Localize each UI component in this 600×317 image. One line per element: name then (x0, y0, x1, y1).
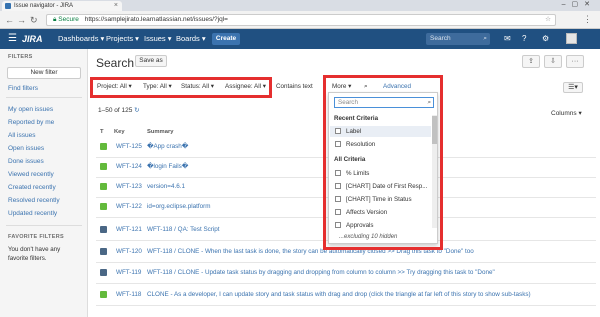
sidebar-divider (6, 225, 82, 226)
story-icon (100, 163, 107, 170)
story-icon (100, 183, 107, 190)
results-count: 1–50 of 125 ↻ (98, 106, 140, 114)
issue-summary[interactable]: version=4.6.1 (147, 183, 185, 190)
subtask-icon (100, 248, 107, 255)
columns-button[interactable]: Columns ▾ (551, 109, 582, 117)
create-button[interactable]: Create (212, 33, 240, 45)
sidebar-item-viewed-recently[interactable]: Viewed recently (8, 171, 54, 178)
refresh-icon[interactable]: ↻ (134, 107, 139, 114)
find-filters-link[interactable]: Find filters (8, 85, 38, 92)
lock-icon: 🔒︎ (53, 16, 57, 23)
browser-tab[interactable]: Issue navigator - JIRA × (2, 1, 122, 11)
sidebar-item-all-issues[interactable]: All issues (8, 132, 35, 139)
jira-favicon-icon (5, 3, 11, 9)
nav-dashboards[interactable]: Dashboards ▾ (58, 34, 104, 44)
sidebar-item-updated-recently[interactable]: Updated recently (8, 210, 57, 217)
bookmark-star-icon[interactable]: ☆ (545, 15, 551, 25)
table-row[interactable]: WFT-119 WFT-118 / CLONE - Update task st… (96, 264, 596, 284)
browser-menu-icon[interactable]: ⋮ (583, 14, 592, 25)
story-icon (100, 143, 107, 150)
issue-key[interactable]: WFT-122 (116, 203, 142, 210)
contains-text-input[interactable]: Contains text (276, 82, 313, 91)
sidebar-item-resolved-recently[interactable]: Resolved recently (8, 197, 60, 204)
feedback-icon[interactable]: ✉ (504, 33, 511, 45)
forward-icon[interactable]: → (17, 14, 26, 26)
favorite-filters-heading: FAVORITE FILTERS (8, 234, 64, 240)
issue-key[interactable]: WFT-118 (116, 291, 141, 298)
reload-icon[interactable]: ↻ (30, 14, 38, 26)
favorite-filters-note: You don't have any favorite filters. (8, 246, 61, 262)
browser-tab-bar: Issue navigator - JIRA × ‒▢✕ (0, 0, 600, 11)
new-filter-button[interactable]: New filter (7, 67, 81, 79)
url-field[interactable]: 🔒︎ Secure https://samplejirato.learnatla… (46, 14, 556, 26)
subtask-icon (100, 269, 107, 276)
sidebar-item-created-recently[interactable]: Created recently (8, 184, 56, 191)
save-as-button[interactable]: Save as (135, 55, 167, 67)
settings-gear-icon[interactable]: ⚙ (542, 33, 549, 45)
nav-issues[interactable]: Issues ▾ (144, 34, 172, 44)
page-title: Search (96, 56, 135, 70)
issue-summary[interactable]: WFT-118 / QA: Test Script (147, 226, 220, 233)
url-text: https://samplejirato.learnatlassian.net/… (84, 16, 228, 23)
issue-key[interactable]: WFT-119 (116, 269, 141, 276)
more-tools-icon[interactable]: ··· (566, 55, 584, 68)
column-header-type[interactable]: T (100, 129, 104, 135)
more-dropdown-highlight-box (323, 75, 443, 250)
story-icon (100, 203, 107, 210)
sidebar-divider (6, 97, 82, 98)
filters-heading: FILTERS (8, 54, 33, 60)
search-icon: ⌕ (483, 35, 487, 42)
column-header-key[interactable]: Key (114, 129, 125, 135)
issue-key[interactable]: WFT-125 (116, 143, 142, 150)
address-bar: ← → ↻ 🔒︎ Secure https://samplejirato.lea… (0, 11, 600, 29)
sidebar-item-open-issues[interactable]: Open issues (8, 145, 44, 152)
column-header-summary[interactable]: Summary (147, 129, 173, 135)
jira-logo[interactable]: JIRA (22, 33, 43, 45)
table-row[interactable]: WFT-118 CLONE - As a developer, I can up… (96, 286, 596, 306)
issue-summary[interactable]: id=org.eclipse.platform (147, 203, 211, 210)
issue-key[interactable]: WFT-124 (116, 163, 142, 170)
issue-summary[interactable]: �login Fails� (147, 163, 188, 170)
header-search-input[interactable]: Search ⌕ (426, 33, 490, 45)
nav-boards[interactable]: Boards ▾ (176, 34, 206, 44)
issue-summary[interactable]: �App crash� (147, 143, 188, 150)
nav-projects[interactable]: Projects ▾ (106, 34, 139, 44)
sidebar-item-my-open-issues[interactable]: My open issues (8, 106, 53, 113)
subtask-icon (100, 226, 107, 233)
window-controls[interactable]: ‒▢✕ (562, 0, 596, 10)
back-icon[interactable]: ← (5, 14, 14, 26)
issue-key[interactable]: WFT-121 (116, 226, 142, 233)
issue-key[interactable]: WFT-120 (116, 248, 142, 255)
help-icon[interactable]: ? (522, 33, 526, 45)
issue-summary[interactable]: CLONE - As a developer, I can update sto… (147, 291, 531, 298)
secure-label: Secure (58, 16, 79, 23)
sidebar-item-done-issues[interactable]: Done issues (8, 158, 44, 165)
view-options-icon[interactable]: ☰▾ (563, 82, 583, 93)
browser-tab-title: Issue navigator - JIRA (14, 3, 74, 9)
close-tab-icon[interactable]: × (114, 1, 118, 11)
issue-summary[interactable]: WFT-118 / CLONE - Update task status by … (147, 269, 495, 276)
criteria-highlight-box (90, 77, 272, 98)
story-icon (100, 291, 107, 298)
results-count-text: 1–50 of 125 (98, 107, 133, 114)
share-icon[interactable]: ⇪ (522, 55, 540, 68)
filters-sidebar: FILTERS New filter Find filters My open … (0, 49, 88, 317)
avatar[interactable] (566, 33, 577, 44)
export-icon[interactable]: ⇩ (544, 55, 562, 68)
sidebar-item-reported-by-me[interactable]: Reported by me (8, 119, 54, 126)
jira-header: ☰ JIRA Dashboards ▾ Projects ▾ Issues ▾ … (0, 29, 600, 49)
app-switcher-icon[interactable]: ☰ (8, 33, 17, 45)
issue-key[interactable]: WFT-123 (116, 183, 142, 190)
